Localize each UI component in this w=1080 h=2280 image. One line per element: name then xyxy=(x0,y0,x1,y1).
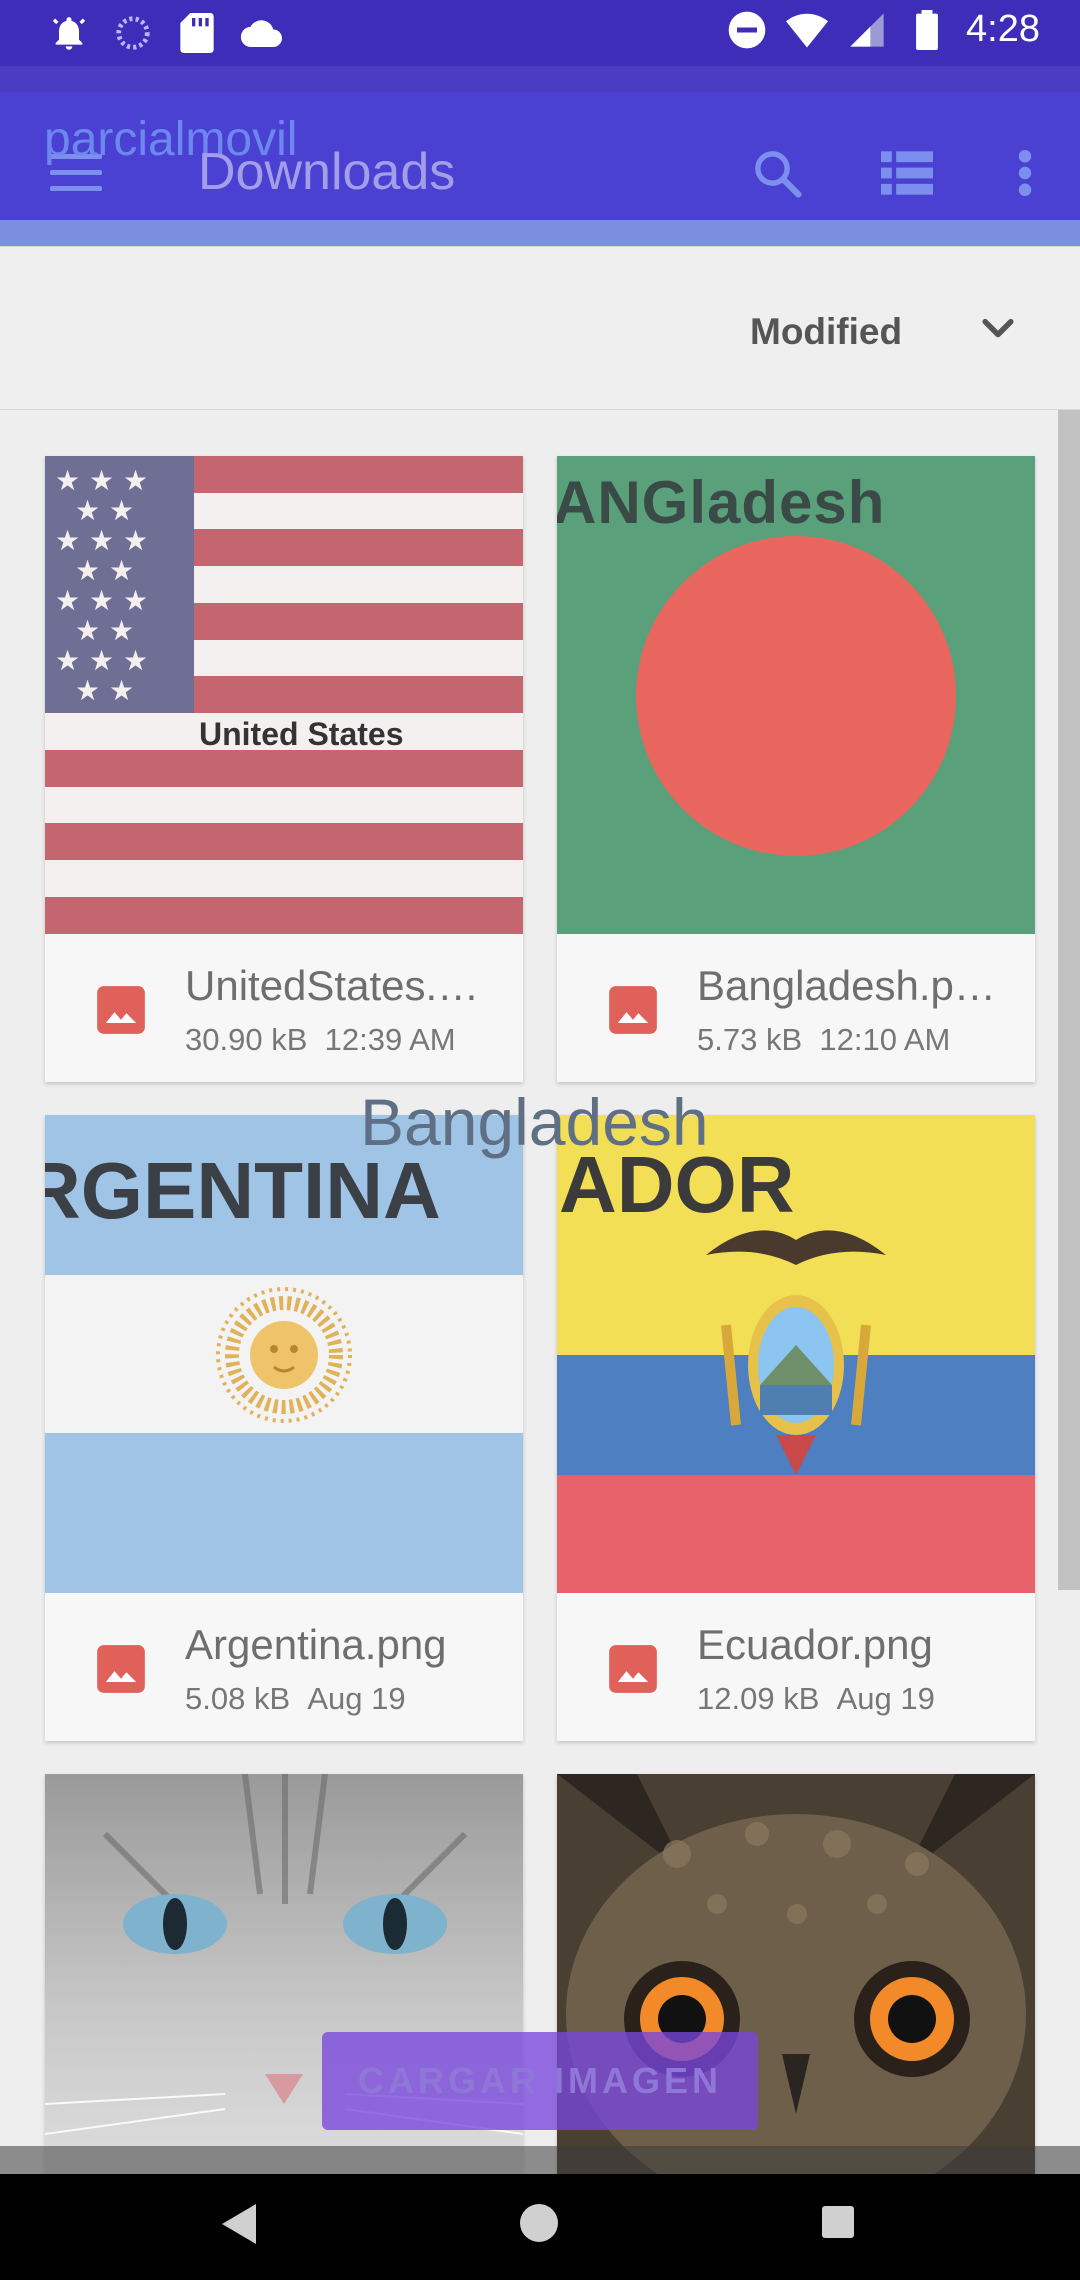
file-card-bangladesh[interactable]: ANGladesh Bangladesh.p… 5.73 kB 12:10 AM xyxy=(557,456,1035,1082)
selected-image-title: Bangladesh xyxy=(360,1085,709,1159)
nav-bar-fade xyxy=(0,2146,1080,2174)
more-vert-icon[interactable] xyxy=(980,138,1070,208)
svg-text:★ ★: ★ ★ xyxy=(75,614,134,647)
file-name: Argentina.png xyxy=(185,1621,447,1668)
thumbnail-argentina: RGENTINA xyxy=(45,1115,523,1593)
svg-text:★ ★ ★: ★ ★ ★ xyxy=(55,644,148,677)
file-name: Bangladesh.p… xyxy=(697,962,996,1009)
home-icon[interactable] xyxy=(520,2204,558,2242)
status-band xyxy=(0,66,1080,92)
file-name: UnitedStates.… xyxy=(185,962,480,1009)
cargar-imagen-button[interactable]: CARGAR IMAGEN xyxy=(322,2032,758,2130)
alarm-bell-icon xyxy=(48,12,90,54)
file-card-united-states[interactable]: ★ ★ ★ ★ ★ ★ ★ ★ ★ ★ ★ ★ ★ ★ ★ ★ ★ ★ ★ ★ Unit… xyxy=(45,456,523,1082)
list-view-icon[interactable] xyxy=(862,138,952,208)
file-card-ecuador[interactable]: ADOR Ecuador.png 12.09 kB Aug 19 xyxy=(557,1115,1035,1741)
thumbnail-united-states: ★ ★ ★ ★ ★ ★ ★ ★ ★ ★ ★ ★ ★ ★ ★ ★ ★ ★ ★ ★ Unit… xyxy=(45,456,523,934)
do-not-disturb-icon xyxy=(726,9,768,51)
thumb-text: ANGladesh xyxy=(557,469,886,536)
file-info: 5.08 kB Aug 19 xyxy=(185,1681,406,1716)
svg-text:★ ★ ★: ★ ★ ★ xyxy=(55,464,148,497)
search-icon[interactable] xyxy=(732,138,822,208)
recent-apps-icon[interactable] xyxy=(822,2206,854,2238)
thumb-text: United States xyxy=(199,716,404,752)
image-file-icon xyxy=(609,986,657,1034)
navigation-bar xyxy=(0,2174,1080,2280)
sort-label[interactable]: Modified xyxy=(750,311,902,353)
loading-circle-icon xyxy=(112,12,154,54)
status-time: 4:28 xyxy=(966,8,1040,50)
status-bar: 4:28 xyxy=(0,0,1080,66)
signal-icon xyxy=(846,9,888,51)
svg-text:★ ★ ★: ★ ★ ★ xyxy=(55,524,148,557)
wifi-icon xyxy=(786,9,829,51)
app-bar: parcialmovil Downloads xyxy=(0,92,1080,220)
file-name: Ecuador.png xyxy=(697,1621,933,1668)
file-info: 30.90 kB 12:39 AM xyxy=(185,1022,456,1057)
file-info: 12.09 kB Aug 19 xyxy=(697,1681,935,1716)
page-title: Downloads xyxy=(198,143,456,201)
image-file-icon xyxy=(97,1645,145,1693)
cloud-icon xyxy=(240,12,282,54)
svg-text:★ ★: ★ ★ xyxy=(75,674,134,707)
svg-text:★ ★ ★: ★ ★ ★ xyxy=(55,584,148,617)
sort-bar: Modified xyxy=(0,246,1080,410)
svg-text:★ ★: ★ ★ xyxy=(75,554,134,587)
scrollbar[interactable] xyxy=(1058,410,1080,1590)
battery-icon xyxy=(906,9,948,51)
chevron-down-icon[interactable] xyxy=(976,307,1020,351)
thumbnail-bangladesh: ANGladesh xyxy=(557,456,1035,934)
file-info: 5.73 kB 12:10 AM xyxy=(697,1022,951,1057)
app-bar-shadow xyxy=(0,220,1080,246)
image-file-icon xyxy=(609,1645,657,1693)
back-icon[interactable] xyxy=(222,2204,256,2244)
svg-text:★ ★: ★ ★ xyxy=(75,494,134,527)
sd-card-icon xyxy=(176,12,218,54)
file-card-argentina[interactable]: RGENTINA Argentina.png 5.08 kB Aug 19 xyxy=(45,1115,523,1741)
thumbnail-ecuador: ADOR xyxy=(557,1115,1035,1593)
image-file-icon xyxy=(97,986,145,1034)
